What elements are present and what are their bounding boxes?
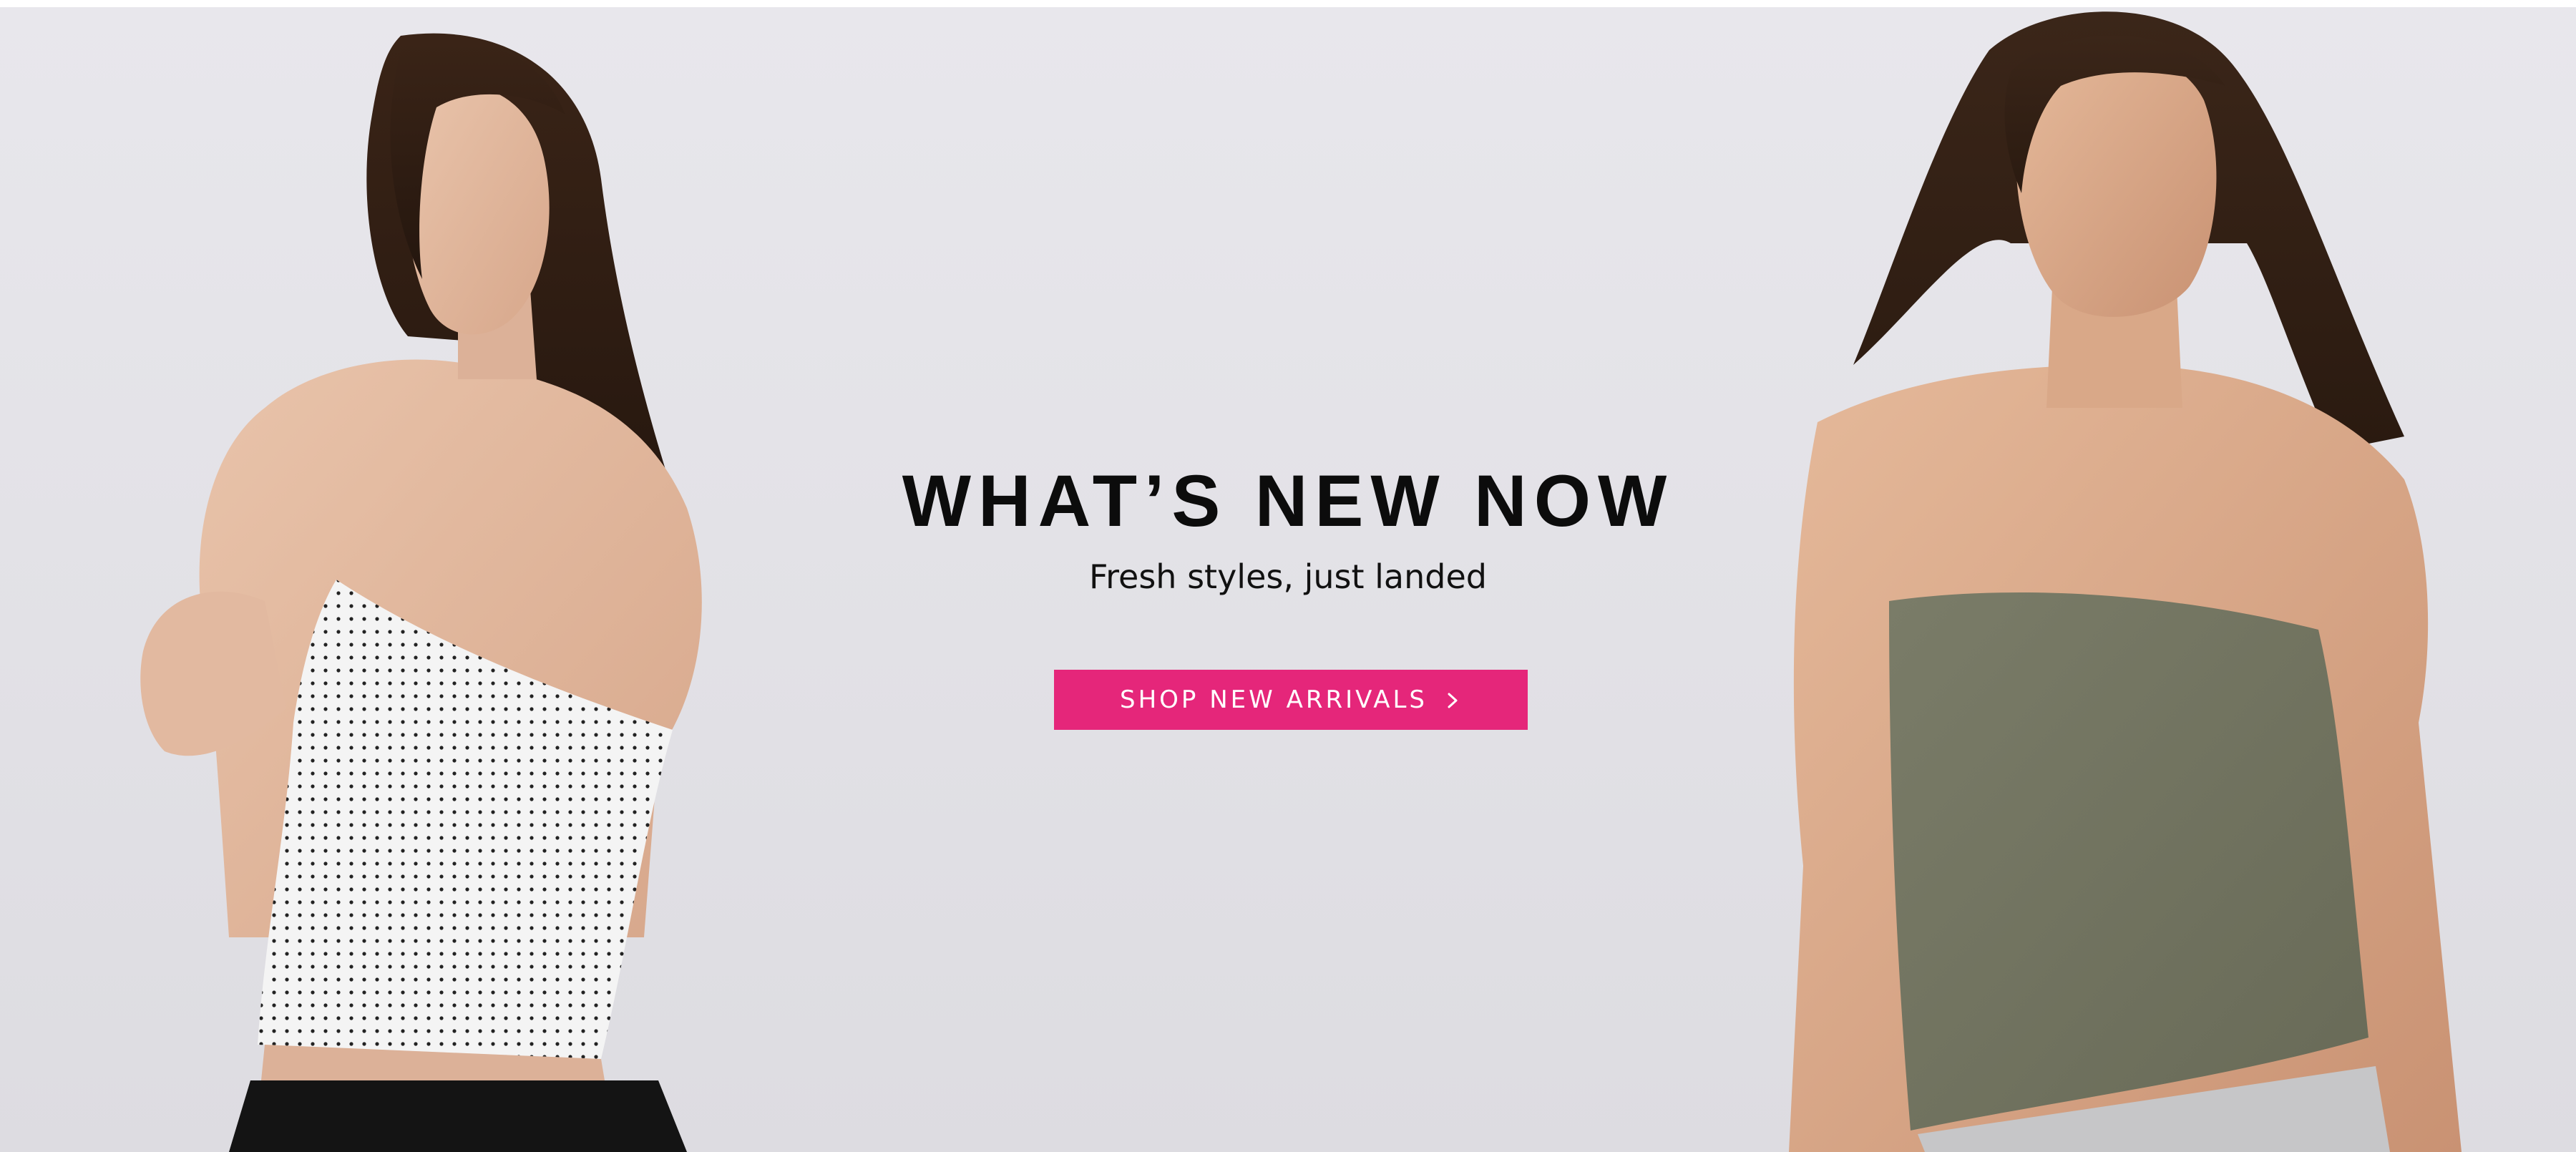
hero-banner: WHAT’S NEW NOW Fresh styles, just landed… bbox=[0, 7, 2576, 1152]
shop-new-arrivals-button[interactable]: SHOP NEW ARRIVALS bbox=[1054, 670, 1528, 730]
left-model-image[interactable] bbox=[100, 7, 801, 1152]
hero-title: WHAT’S NEW NOW bbox=[902, 460, 1674, 542]
cta-label: SHOP NEW ARRIVALS bbox=[1120, 685, 1428, 714]
right-model-image[interactable] bbox=[1775, 7, 2576, 1152]
hero-subtitle: Fresh styles, just landed bbox=[1089, 557, 1487, 596]
headline-block: WHAT’S NEW NOW Fresh styles, just landed bbox=[859, 451, 1717, 598]
chevron-right-icon bbox=[1443, 689, 1462, 711]
